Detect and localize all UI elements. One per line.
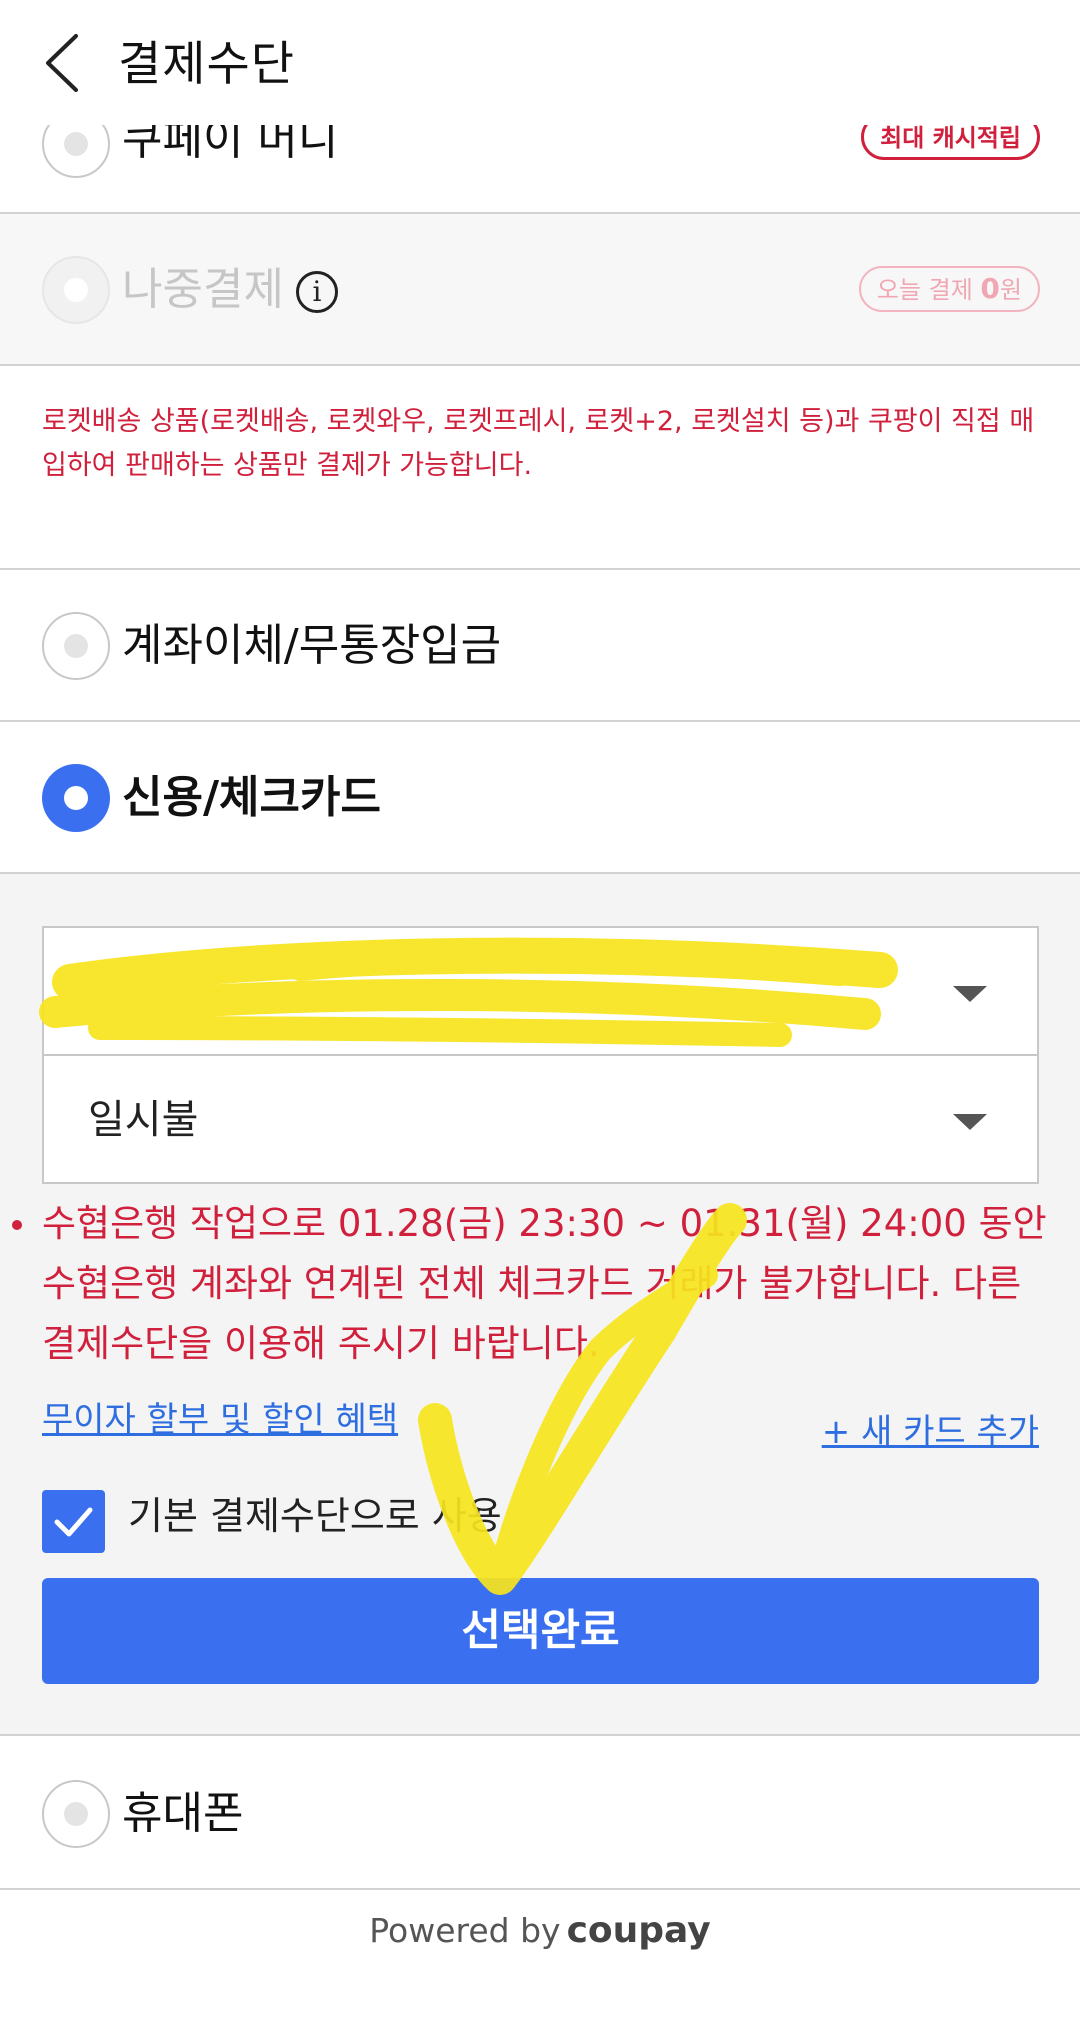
option-credit-card[interactable]: 신용/체크카드 xyxy=(0,722,1080,874)
page-title: 결제수단 xyxy=(118,37,295,92)
badge-prefix: 오늘 결제 xyxy=(876,276,981,304)
powered-by-text: Powered by coupay xyxy=(369,1910,710,1951)
pay-later-notice: 로켓배송 상품(로켓배송, 로켓와우, 로켓프레시, 로켓+2, 로켓설치 등)… xyxy=(42,406,1035,481)
bullet-icon xyxy=(12,1220,22,1230)
credit-card-label: 신용/체크카드 xyxy=(122,772,381,823)
card-details-panel: 일시불 수협은행 작업으로 01.28(금) 23:30 ~ 01.31(월) … xyxy=(0,874,1080,1736)
chevron-left-icon[interactable] xyxy=(40,30,90,96)
powered-by-label: Powered by xyxy=(369,1911,561,1950)
option-pay-later: 나중결제 i 오늘 결제 0원 xyxy=(0,214,1080,366)
pay-later-notice-section: 로켓배송 상품(로켓배송, 로켓와우, 로켓프레시, 로켓+2, 로켓설치 등)… xyxy=(0,366,1080,570)
option-mobile[interactable]: 휴대폰 xyxy=(0,1736,1080,1890)
bank-transfer-radio[interactable] xyxy=(42,612,110,680)
warning-text: 수협은행 작업으로 01.28(금) 23:30 ~ 01.31(월) 24:0… xyxy=(42,1202,1047,1365)
info-icon[interactable]: i xyxy=(295,271,338,313)
mobile-radio[interactable] xyxy=(42,1780,110,1848)
app-header: 결제수단 xyxy=(0,0,1080,125)
caret-down-icon xyxy=(953,986,987,1002)
bank-maintenance-warning: 수협은행 작업으로 01.28(금) 23:30 ~ 01.31(월) 24:0… xyxy=(12,1194,1052,1374)
pay-later-radio xyxy=(42,256,110,324)
caret-down-icon xyxy=(953,1114,987,1130)
badge-suffix: 원 xyxy=(999,276,1022,304)
bank-transfer-label: 계좌이체/무통장입금 xyxy=(122,620,502,671)
badge-amount: 0 xyxy=(980,272,1000,305)
today-payment-badge: 오늘 결제 0원 xyxy=(858,266,1040,312)
installment-benefits-link[interactable]: 무이자 할부 및 할인 혜택 xyxy=(42,1398,398,1442)
checkmark-icon xyxy=(54,1507,93,1537)
option-bank-transfer[interactable]: 계좌이체/무통장입금 xyxy=(0,570,1080,722)
coupay-logo: coupay xyxy=(566,1910,711,1951)
pay-later-label: 나중결제 xyxy=(122,264,284,315)
credit-card-radio[interactable] xyxy=(42,764,110,832)
installment-value: 일시불 xyxy=(88,1097,199,1143)
pay-later-label-wrap: 나중결제 i xyxy=(122,260,338,320)
confirm-selection-button[interactable]: 선택완료 xyxy=(42,1578,1039,1684)
default-method-label: 기본 결제수단으로 사용 xyxy=(128,1494,502,1538)
add-card-link[interactable]: + 새 카드 추가 xyxy=(822,1410,1039,1454)
installment-select[interactable]: 일시불 xyxy=(42,1054,1039,1184)
default-method-checkbox[interactable] xyxy=(42,1490,105,1553)
footer: Powered by coupay xyxy=(0,1890,1080,2032)
card-select[interactable] xyxy=(42,926,1039,1056)
mobile-label: 휴대폰 xyxy=(122,1788,244,1839)
